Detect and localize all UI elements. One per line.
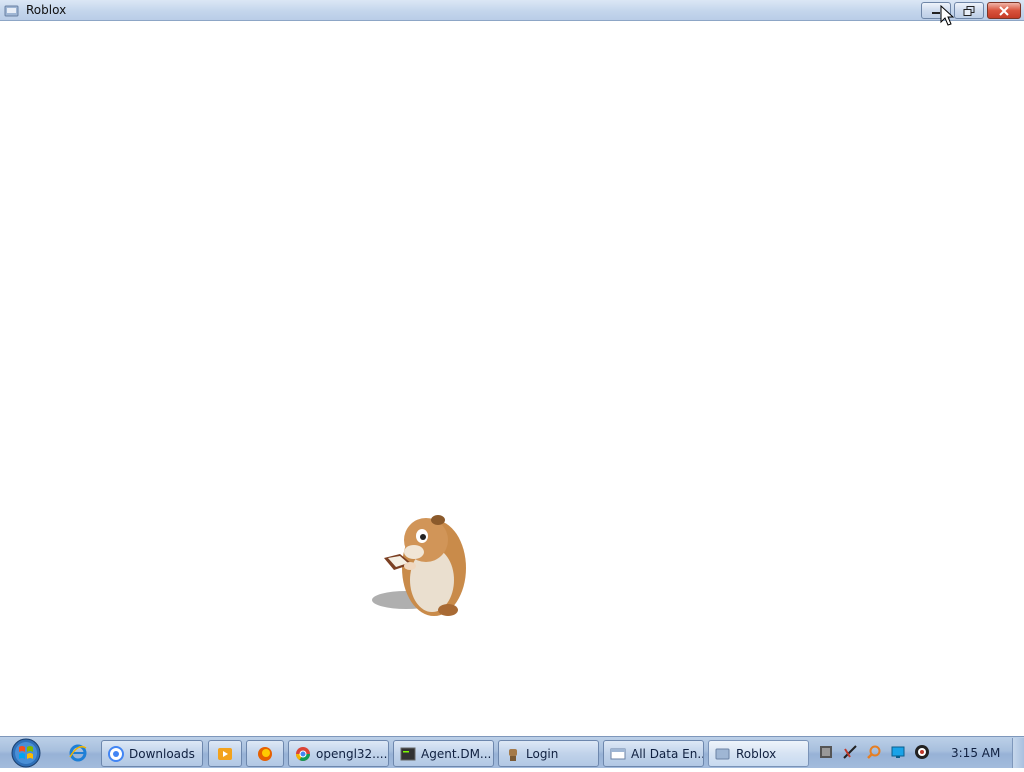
close-button[interactable] — [987, 2, 1021, 19]
roblox-window-icon — [4, 3, 19, 17]
taskbar-button-downloads[interactable]: Downloads — [101, 740, 203, 767]
caption-buttons — [921, 2, 1021, 19]
roblox-icon — [715, 746, 731, 762]
robot-icon — [505, 746, 521, 762]
tray-search[interactable] — [865, 743, 883, 761]
internet-explorer-icon — [69, 744, 87, 762]
taskbar-button-media-player[interactable] — [208, 740, 242, 767]
taskbar-button-label: Agent.DM... — [421, 746, 492, 761]
close-icon — [999, 5, 1009, 16]
search-icon — [867, 745, 881, 759]
taskbar-button-agent-dm[interactable]: Agent.DM... — [393, 740, 494, 767]
title-bar[interactable]: Roblox — [0, 0, 1024, 21]
network-icon — [820, 746, 832, 758]
taskbar-button-label: Roblox — [736, 746, 777, 761]
tray-display[interactable] — [889, 743, 907, 761]
quick-launch-internet-explorer[interactable] — [66, 741, 90, 765]
taskbar-button-label: Downloads — [129, 746, 195, 761]
taskbar-button-login[interactable]: Login — [498, 740, 599, 767]
display-icon — [891, 746, 905, 758]
taskbar-button-firefox[interactable] — [246, 740, 284, 767]
window-title: Roblox — [26, 3, 67, 17]
firefox-icon — [257, 746, 273, 762]
roblox-window: Roblox — [0, 0, 1024, 736]
windows-start-orb-icon — [11, 738, 41, 768]
restore-button[interactable] — [954, 2, 984, 19]
chrome-downloads-icon — [108, 745, 124, 762]
tray-tools[interactable] — [841, 743, 859, 761]
restore-icon — [963, 5, 975, 16]
taskbar-button-label: All Data En... — [631, 746, 704, 761]
media-player-icon — [217, 746, 233, 762]
start-button[interactable] — [6, 738, 46, 768]
window-icon — [610, 746, 626, 762]
media-icon — [915, 745, 929, 759]
terminal-icon — [400, 746, 416, 762]
taskbar-button-label: Login — [526, 746, 559, 761]
taskbar-button-opengl32[interactable]: opengl32.... — [288, 740, 389, 767]
game-viewport[interactable] — [0, 22, 1024, 736]
mouse-cursor-icon — [940, 5, 955, 26]
chrome-icon — [295, 746, 311, 762]
system-clock[interactable]: 3:15 AM — [951, 746, 1000, 760]
tools-icon — [843, 745, 857, 759]
taskbar-button-all-data[interactable]: All Data En... — [603, 740, 704, 767]
taskbar-button-roblox[interactable]: Roblox — [708, 740, 809, 767]
taskbar-button-label: opengl32.... — [316, 746, 388, 761]
tray-network[interactable] — [817, 743, 835, 761]
taskbar: Downloads opengl32.... Agent.DM... Login… — [0, 736, 1024, 768]
hamster-reading-book-image — [372, 515, 466, 616]
show-desktop-button[interactable] — [1012, 738, 1024, 768]
tray-media[interactable] — [913, 743, 931, 761]
